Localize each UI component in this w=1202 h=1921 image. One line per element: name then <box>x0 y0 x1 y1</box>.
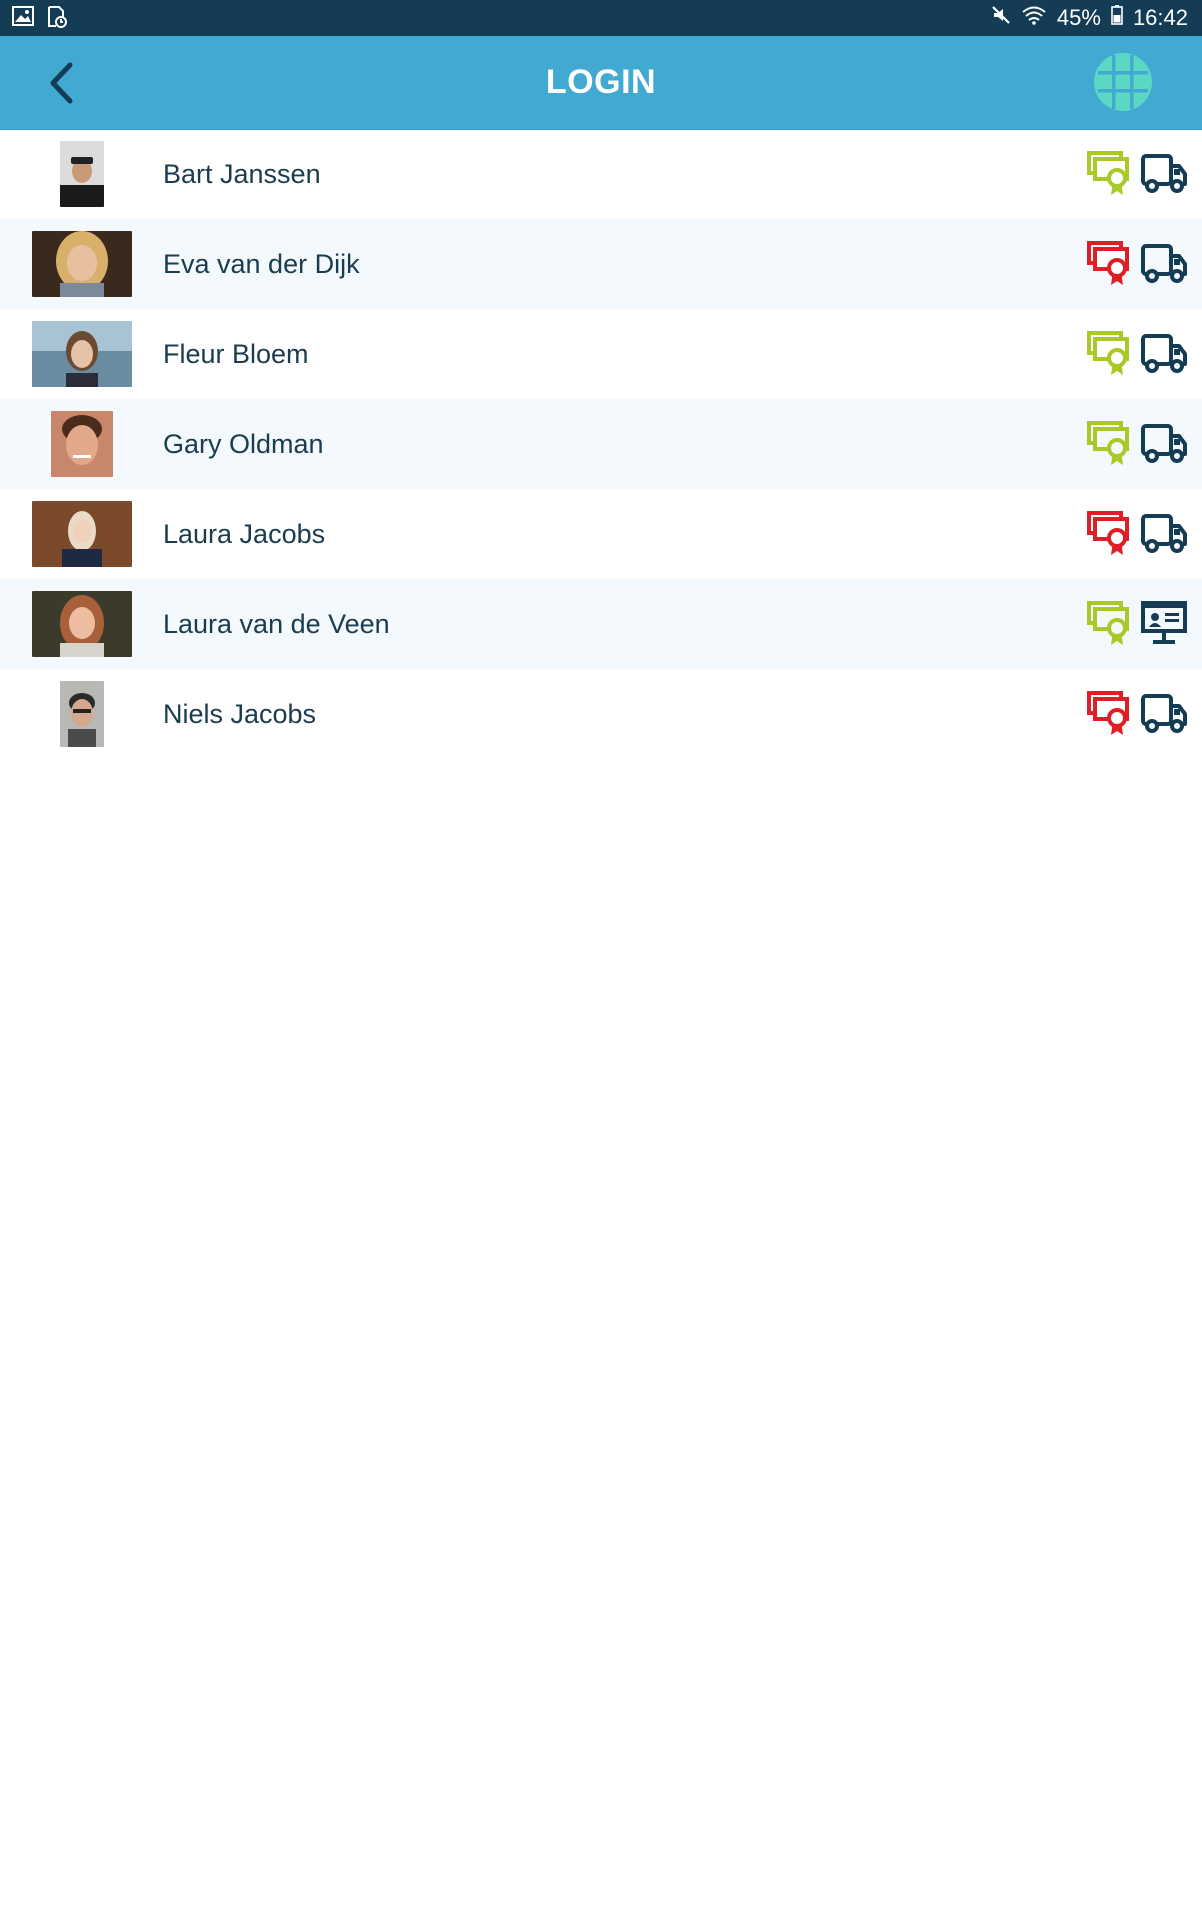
certificate-valid-icon <box>1087 331 1129 375</box>
user-status-icons <box>1087 329 1187 377</box>
screenshot-notification-icon <box>46 6 68 33</box>
battery-percent: 45% <box>1056 5 1101 30</box>
avatar <box>50 411 113 477</box>
status-bar: 45% 16:42 <box>0 0 1202 36</box>
avatar <box>59 681 104 747</box>
page-title: LOGIN <box>545 63 657 101</box>
certificate-invalid-icon <box>1087 511 1129 555</box>
user-status-icons <box>1087 149 1187 197</box>
globe-icon <box>1094 53 1152 111</box>
avatar-container <box>0 579 163 669</box>
avatar <box>59 141 104 207</box>
truck-icon <box>1141 424 1187 463</box>
gallery-notification-icon <box>12 6 34 33</box>
certificate-valid-icon <box>1087 151 1129 195</box>
avatar-container <box>0 669 163 759</box>
wifi-icon <box>1021 4 1047 32</box>
truck-icon <box>1141 514 1187 553</box>
status-right: 45% 16:42 <box>991 4 1188 32</box>
certificate-valid-icon <box>1087 601 1129 645</box>
user-name: Niels Jacobs <box>163 698 317 729</box>
list-item[interactable]: Eva van der Dijk <box>0 219 1202 309</box>
user-name: Eva van der Dijk <box>163 248 360 279</box>
list-item[interactable]: Fleur Bloem <box>0 309 1202 399</box>
user-status-icons <box>1087 509 1187 557</box>
avatar <box>31 591 132 657</box>
user-name: Fleur Bloem <box>163 338 309 369</box>
list-item[interactable]: Niels Jacobs <box>0 669 1202 759</box>
user-name: Gary Oldman <box>163 428 324 459</box>
language-button[interactable] <box>1093 52 1153 112</box>
mute-icon <box>991 4 1011 32</box>
clock: 16:42 <box>1132 5 1188 30</box>
avatar <box>31 501 132 567</box>
list-item[interactable]: Gary Oldman <box>0 399 1202 489</box>
certificate-valid-icon <box>1087 421 1129 465</box>
avatar <box>31 231 132 297</box>
user-name: Laura van de Veen <box>163 608 390 639</box>
truck-icon <box>1141 694 1187 733</box>
user-name: Bart Janssen <box>163 158 321 189</box>
user-status-icons <box>1087 599 1187 647</box>
avatar-container <box>0 489 163 579</box>
list-item[interactable]: Bart Janssen <box>0 129 1202 219</box>
avatar-container <box>0 309 163 399</box>
truck-icon <box>1141 334 1187 373</box>
avatar-container <box>0 129 163 219</box>
avatar-container <box>0 399 163 489</box>
list-item[interactable]: Laura Jacobs <box>0 489 1202 579</box>
battery-icon <box>1111 4 1123 32</box>
truck-icon <box>1141 244 1187 283</box>
presentation-icon <box>1141 601 1187 644</box>
certificate-invalid-icon <box>1087 241 1129 285</box>
user-status-icons <box>1087 239 1187 287</box>
user-status-icons <box>1087 419 1187 467</box>
truck-icon <box>1141 154 1187 193</box>
avatar-container <box>0 219 163 309</box>
user-status-icons <box>1087 689 1187 737</box>
user-list: Bart Janssen Eva van der Dijk Fleur Bloe… <box>0 129 1202 759</box>
user-name: Laura Jacobs <box>163 518 326 549</box>
app-bar: LOGIN <box>0 36 1202 130</box>
certificate-invalid-icon <box>1087 691 1129 735</box>
list-item[interactable]: Laura van de Veen <box>0 579 1202 669</box>
avatar <box>31 321 132 387</box>
status-left <box>12 6 68 33</box>
